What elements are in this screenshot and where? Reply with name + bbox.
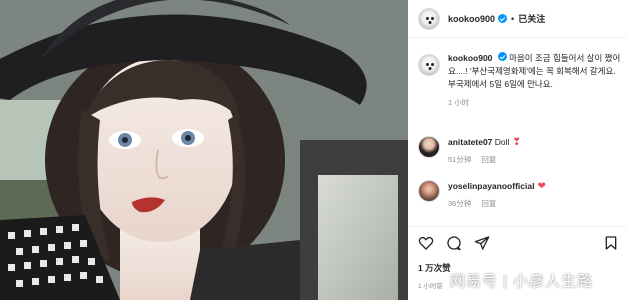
author-avatar[interactable] bbox=[418, 7, 440, 30]
comment-icon[interactable] bbox=[446, 235, 462, 251]
verified-badge-icon bbox=[497, 52, 507, 61]
caption-username[interactable]: kookoo900 bbox=[448, 53, 492, 63]
bookmark-icon[interactable] bbox=[603, 235, 619, 251]
commenter-avatar[interactable] bbox=[418, 180, 440, 202]
portrait-image bbox=[0, 0, 408, 300]
comment-item: anitatete07 Doll ❣ 51分钟 回复 bbox=[418, 136, 623, 165]
watermark-text: 网易号 | 小彦人生路 bbox=[450, 273, 594, 290]
caption-avatar[interactable] bbox=[418, 54, 440, 76]
caption-text: kookoo900 마음이 조금 힘들어서 살이 쪘어요....! '부산국제영… bbox=[448, 52, 623, 91]
post-header: kookoo900 • 已关注 bbox=[408, 0, 627, 38]
follow-button[interactable]: 已关注 bbox=[518, 12, 545, 25]
post-photo[interactable] bbox=[0, 0, 408, 300]
post-panel: kookoo900 • 已关注 kookoo900 마음이 조금 힘들어서 살이… bbox=[408, 0, 627, 300]
caption-timestamp: 1 小时 bbox=[448, 98, 470, 107]
separator-dot: • bbox=[511, 13, 515, 24]
heart-icon[interactable] bbox=[418, 235, 434, 251]
comment-time: 51分钟 bbox=[448, 155, 472, 164]
caption: kookoo900 마음이 조금 힘들어서 살이 쪘어요....! '부산국제영… bbox=[418, 52, 623, 108]
reply-button[interactable]: 回复 bbox=[481, 155, 496, 164]
comment-text: anitatete07 Doll ❣ bbox=[448, 136, 618, 149]
red-heart-emoji: ❤ bbox=[537, 181, 546, 192]
share-icon[interactable] bbox=[474, 235, 490, 251]
commenter-avatar[interactable] bbox=[418, 136, 440, 158]
action-bar bbox=[408, 226, 627, 256]
like-count[interactable]: 1 万次赞 bbox=[418, 262, 451, 274]
heart-exclamation-emoji: ❣ bbox=[512, 137, 521, 148]
comment-meta: 36分钟 回复 bbox=[448, 198, 618, 209]
commenter-username[interactable]: anitatete07 bbox=[448, 137, 492, 147]
author-username[interactable]: kookoo900 bbox=[448, 14, 495, 24]
comment-content: Doll bbox=[494, 137, 510, 147]
post-timestamp: 1 小时前 bbox=[418, 283, 443, 290]
comment-text: yoselinpayanoofficial ❤ bbox=[448, 180, 618, 193]
commenter-username[interactable]: yoselinpayanoofficial bbox=[448, 181, 534, 191]
comment-meta: 51分钟 回复 bbox=[448, 154, 618, 165]
verified-badge-icon bbox=[498, 14, 508, 23]
reply-button[interactable]: 回复 bbox=[481, 199, 496, 208]
comment-time: 36分钟 bbox=[448, 199, 472, 208]
comment-item: yoselinpayanoofficial ❤ 36分钟 回复 bbox=[418, 180, 623, 209]
